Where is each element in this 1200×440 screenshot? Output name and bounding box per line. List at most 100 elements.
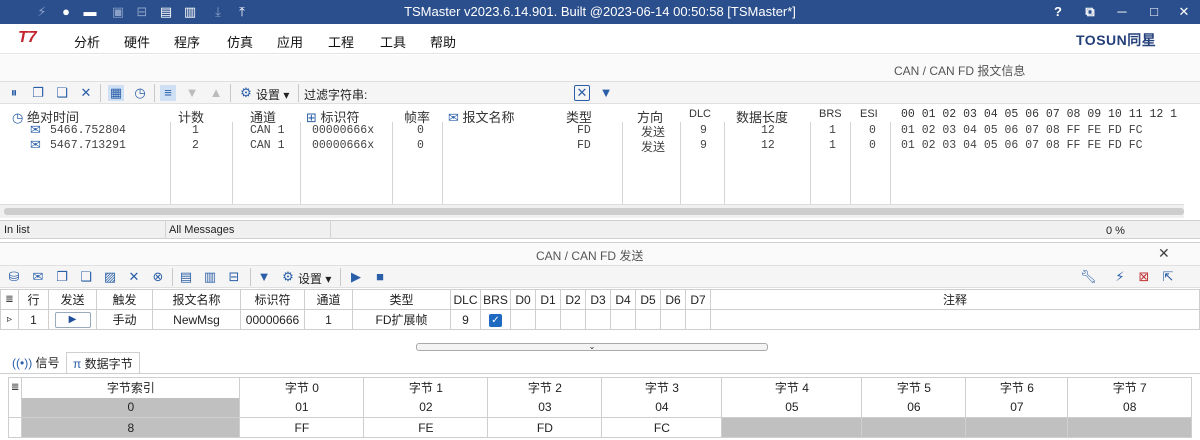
col-type[interactable]: 类型	[352, 289, 451, 310]
gear-icon[interactable]: ⚙	[238, 85, 254, 101]
col-brs[interactable]: BRS	[480, 289, 511, 310]
open-folder-icon[interactable]: ⊟	[226, 269, 242, 285]
col-line[interactable]: 行	[18, 289, 49, 310]
rx-horizontal-scrollbar[interactable]	[0, 204, 1184, 218]
database-icon[interactable]: ⛁	[6, 269, 22, 285]
maximize-button[interactable]: □	[1138, 0, 1170, 24]
table-row[interactable]: ▹ 1 ▶ 手动 NewMsg 00000666 1 FD扩展帧 9 ✓	[0, 309, 1200, 330]
cell-byte[interactable]: FC	[601, 417, 723, 438]
tx-close-icon[interactable]: ✕	[1158, 245, 1170, 262]
lightning-icon[interactable]: ⚡	[1112, 269, 1128, 285]
copy-icon[interactable]: ❐	[54, 269, 70, 285]
cell-byte[interactable]: 06	[861, 397, 967, 418]
data-bytes-table[interactable]: ≣ 字节索引 字节 0 字节 1 字节 2 字节 3 字节 4 字节 5 字节 …	[7, 377, 1192, 438]
bytes-row-selector[interactable]: ≣	[7, 377, 23, 398]
sort-icon[interactable]: ≡	[160, 85, 176, 101]
cell-byte[interactable]: FD	[487, 417, 603, 438]
cell-type[interactable]: FD扩展帧	[352, 309, 451, 330]
scroll-thumb[interactable]	[4, 208, 1184, 215]
col-count[interactable]: 计数	[178, 107, 204, 126]
menu-application[interactable]: 应用	[277, 32, 303, 51]
col-d0[interactable]: D0	[510, 289, 536, 310]
cell-dlc[interactable]: 9	[450, 309, 481, 330]
col-identifier[interactable]: 标识符	[240, 289, 305, 310]
close-window-icon[interactable]: ⊠	[1136, 269, 1152, 285]
tx-settings-button[interactable]: 设置 ▾	[298, 270, 331, 287]
cell-d5[interactable]	[635, 309, 661, 330]
col-d6[interactable]: D6	[660, 289, 686, 310]
cell-byte[interactable]: FF	[239, 417, 365, 438]
rx-settings-button[interactable]: 设置 ▾	[256, 86, 289, 103]
col-d7[interactable]: D7	[685, 289, 711, 310]
cell-byte[interactable]: 05	[721, 397, 863, 418]
clear-icon[interactable]: ✕	[78, 85, 94, 101]
play-icon[interactable]: ▶	[348, 269, 364, 285]
menu-hardware[interactable]: 硬件	[124, 32, 150, 51]
cell-byte[interactable]: FE	[363, 417, 489, 438]
copy-special-icon[interactable]: ❏	[54, 85, 70, 101]
col-d2[interactable]: D2	[560, 289, 586, 310]
cell-d7[interactable]	[685, 309, 711, 330]
col-trigger[interactable]: 触发	[96, 289, 153, 310]
table-row[interactable]: 0 01 02 03 04 05 06 07 08	[7, 397, 1192, 418]
cell-channel[interactable]: 1	[304, 309, 353, 330]
col-d5[interactable]: D5	[635, 289, 661, 310]
filter-funnel-icon[interactable]: ▼	[598, 85, 614, 101]
cell-d3[interactable]	[585, 309, 611, 330]
cell-byte[interactable]: 01	[239, 397, 365, 418]
col-message-name[interactable]: 报文名称	[152, 289, 241, 310]
menu-program[interactable]: 程序	[174, 32, 200, 51]
gear-icon[interactable]: ⚙	[280, 269, 296, 285]
pause-icon[interactable]: ⏸	[6, 85, 22, 101]
col-dlc[interactable]: DLC	[450, 289, 481, 310]
up-arrow-icon[interactable]: ▲	[208, 85, 224, 101]
paste-icon[interactable]: ▨	[102, 269, 118, 285]
cell-d2[interactable]	[560, 309, 586, 330]
copy-icon[interactable]: ❐	[30, 85, 46, 101]
col-d3[interactable]: D3	[585, 289, 611, 310]
delete-icon[interactable]: ✕	[126, 269, 142, 285]
cell-message-name[interactable]: NewMsg	[152, 309, 241, 330]
cell-byte[interactable]: 07	[965, 397, 1069, 418]
save-icon[interactable]: ▤	[178, 269, 194, 285]
table-row[interactable]: 8 FF FE FD FC	[7, 417, 1192, 438]
cell-byte[interactable]: 03	[487, 397, 603, 418]
tab-data-bytes[interactable]: π 数据字节	[66, 352, 140, 374]
down-arrow-icon[interactable]: ▼	[184, 85, 200, 101]
filter-input[interactable]	[372, 83, 572, 102]
help-button[interactable]: ?	[1042, 0, 1074, 24]
menu-analysis[interactable]: 分析	[74, 32, 100, 51]
menu-simulation[interactable]: 仿真	[227, 32, 253, 51]
cell-byte[interactable]: 08	[1067, 397, 1192, 418]
col-comment[interactable]: 注释	[710, 289, 1200, 310]
tab-signal[interactable]: ((•)) 信号	[6, 352, 66, 374]
cell-comment[interactable]	[710, 309, 1200, 330]
cell-d0[interactable]	[510, 309, 536, 330]
cell-byte[interactable]: 04	[601, 397, 723, 418]
col-message-name[interactable]: ✉ 报文名称	[448, 107, 515, 126]
col-d4[interactable]: D4	[610, 289, 636, 310]
rx-message-list[interactable]: ◷ 绝对时间 计数 通道 ⊞ 标识符 帧率 ✉ 报文名称 类型 方向 DLC 数…	[0, 104, 1200, 204]
clock-icon[interactable]: ◷	[132, 85, 148, 101]
col-d1[interactable]: D1	[535, 289, 561, 310]
brs-checkbox[interactable]: ✓	[489, 314, 502, 327]
col-send[interactable]: 发送	[48, 289, 97, 310]
col-esi[interactable]: ESI	[860, 108, 878, 120]
add-message-icon[interactable]: ✉	[30, 269, 46, 285]
filter-funnel-icon[interactable]: ▼	[256, 269, 272, 285]
display-mode-icon[interactable]: ▦	[108, 85, 124, 101]
minimize-button[interactable]: ─	[1106, 0, 1138, 24]
send-button[interactable]: ▶	[54, 312, 91, 328]
export-icon[interactable]: ⇱	[1160, 269, 1176, 285]
col-brs[interactable]: BRS	[819, 108, 842, 120]
delete-all-icon[interactable]: ⊗	[150, 269, 166, 285]
menu-help[interactable]: 帮助	[430, 32, 456, 51]
col-channel[interactable]: 通道	[304, 289, 353, 310]
save-as-icon[interactable]: ▥	[202, 269, 218, 285]
col-dlc[interactable]: DLC	[689, 108, 711, 120]
menu-tools[interactable]: 工具	[380, 32, 406, 51]
close-button[interactable]: ✕	[1168, 0, 1200, 24]
copy-special-icon[interactable]: ❏	[78, 269, 94, 285]
cell-byte[interactable]: 02	[363, 397, 489, 418]
stop-icon[interactable]: ■	[372, 269, 388, 285]
